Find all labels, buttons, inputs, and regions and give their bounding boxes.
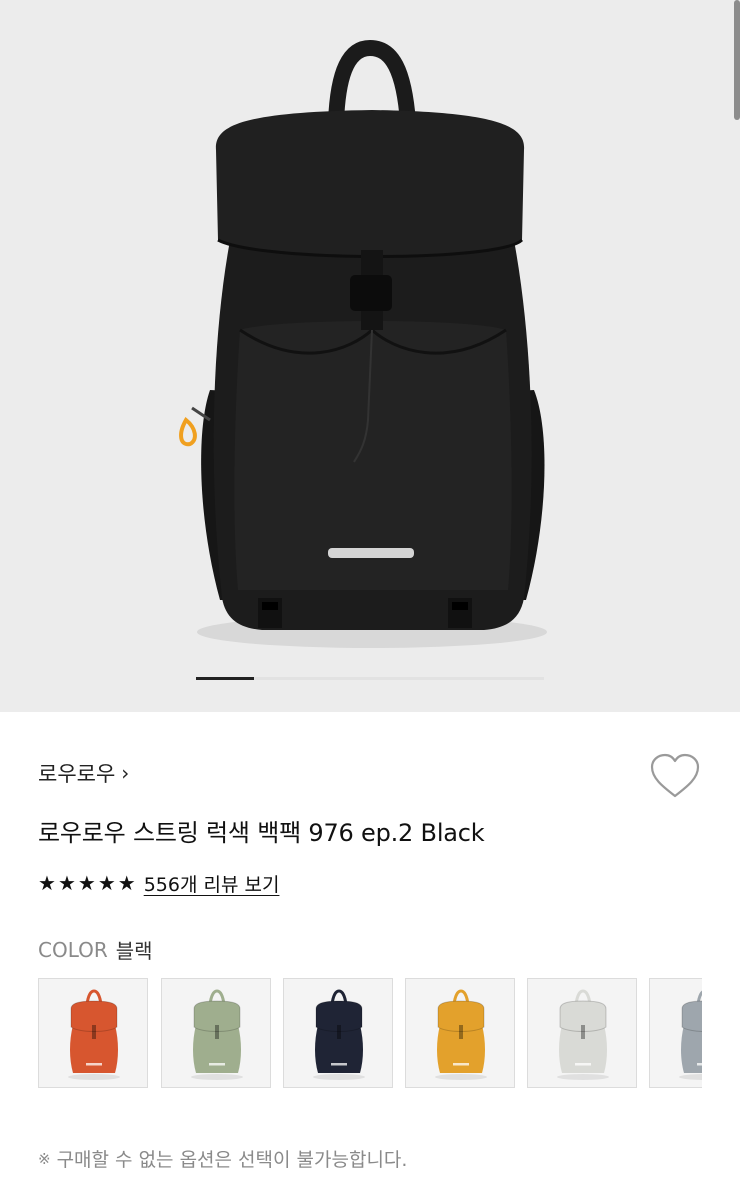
color-swatch-mustard[interactable] — [405, 978, 515, 1088]
swatch-backpack-thumbnail — [557, 989, 609, 1080]
selected-color: 블랙 — [115, 939, 153, 963]
notice-text: 구매할 수 없는 옵션은 선택이 불가능합니다. — [56, 1149, 408, 1171]
wishlist-button[interactable] — [648, 752, 702, 802]
purchase-notice: ※ 구매할 수 없는 옵션은 선택이 불가능합니다. — [38, 1145, 407, 1172]
swatch-backpack-thumbnail — [313, 989, 365, 1080]
star-icon: ★ — [97, 871, 116, 895]
color-label: COLOR — [38, 937, 108, 962]
image-page-indicator-active — [196, 677, 254, 680]
color-swatch-gray[interactable] — [649, 978, 702, 1088]
rating-row: ★ ★ ★ ★ ★ 556개 리뷰 보기 — [38, 868, 279, 898]
swatch-backpack-thumbnail — [435, 989, 487, 1080]
swatch-backpack-thumbnail — [191, 989, 243, 1080]
color-swatch-red[interactable] — [38, 978, 148, 1088]
color-swatch-list[interactable] — [38, 978, 702, 1090]
image-page-indicator — [196, 677, 544, 680]
notice-mark: ※ — [38, 1149, 51, 1168]
brand-link[interactable]: 로우로우 › — [38, 758, 129, 788]
star-icon: ★ — [57, 871, 76, 895]
color-swatch-light-gray[interactable] — [527, 978, 637, 1088]
swatch-backpack-thumbnail — [679, 990, 702, 1080]
product-image-gallery[interactable] — [0, 0, 740, 712]
product-image-black-backpack — [179, 39, 547, 648]
color-option-row: COLOR 블랙 — [38, 935, 153, 964]
heart-outline-icon — [650, 753, 700, 798]
review-link[interactable]: 556개 리뷰 보기 — [144, 870, 280, 897]
product-title: 로우로우 스트링 럭색 백팩 976 ep.2 Black — [38, 819, 485, 847]
star-icon: ★ — [117, 871, 136, 895]
color-swatch-navy[interactable] — [283, 978, 393, 1088]
scrollbar[interactable] — [734, 0, 740, 120]
star-rating: ★ ★ ★ ★ ★ — [38, 873, 136, 893]
star-icon: ★ — [38, 871, 56, 895]
star-icon: ★ — [77, 871, 96, 895]
chevron-right-icon: › — [121, 761, 130, 785]
brand-name: 로우로우 — [38, 762, 116, 786]
color-swatch-sage[interactable] — [161, 978, 271, 1088]
swatch-backpack-thumbnail — [68, 989, 120, 1080]
